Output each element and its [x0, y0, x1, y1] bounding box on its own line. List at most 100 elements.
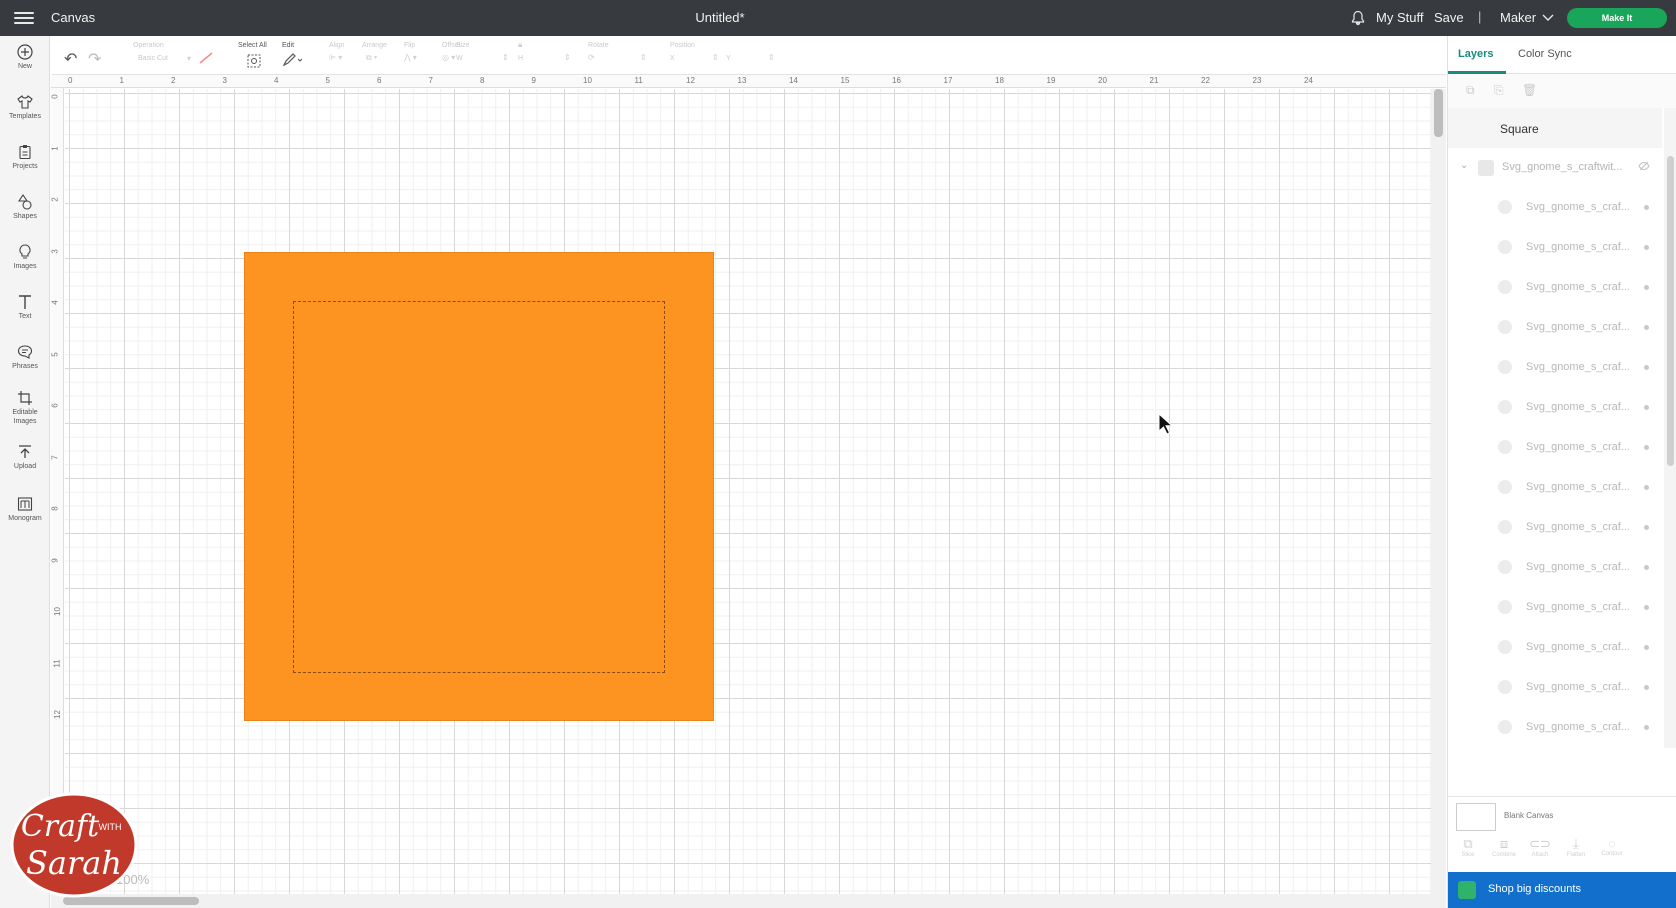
sidebar-item-editable-images[interactable]: Editable Images — [0, 390, 50, 426]
layer-visibility-dot[interactable] — [1644, 645, 1649, 650]
layer-item[interactable]: Svg_gnome_s_craf... — [1448, 188, 1662, 228]
canvas-swatch[interactable] — [1456, 803, 1496, 831]
hamburger-menu-icon[interactable] — [14, 9, 34, 27]
layer-visibility-dot[interactable] — [1644, 685, 1649, 690]
combine-button[interactable]: ⧈ Combine — [1486, 836, 1522, 858]
duplicate-icon[interactable]: ⎘ — [1494, 83, 1504, 98]
save-button[interactable]: Save — [1434, 10, 1464, 25]
sidebar-item-text[interactable]: Text — [0, 294, 50, 321]
sidebar-item-templates[interactable]: Templates — [0, 94, 50, 121]
make-it-button[interactable]: Make It — [1567, 8, 1667, 28]
sidebar-item-upload[interactable]: Upload — [0, 444, 50, 471]
align-label: Align — [329, 42, 345, 49]
shop-label: Shop big discounts — [1488, 883, 1581, 895]
layer-item[interactable]: Svg_gnome_s_craf... — [1448, 268, 1662, 308]
sidebar-item-images[interactable]: Images — [0, 244, 50, 271]
horizontal-scrollbar[interactable] — [51, 894, 1431, 908]
trash-icon[interactable]: 🗑︎ — [1522, 83, 1537, 97]
size-tool[interactable]: Size W ⇕ H ⇕ 🔒︎ — [456, 36, 576, 75]
sidebar-item-phrases[interactable]: Phrases — [0, 344, 50, 371]
ruler-tick-label: 11 — [52, 658, 62, 668]
scroll-thumb[interactable] — [1434, 89, 1443, 137]
sidebar-item-new[interactable]: New — [0, 44, 50, 71]
lock-icon[interactable]: 🔒︎ — [518, 40, 522, 50]
arrange-tool[interactable]: Arrange ⧉ ▾ — [362, 36, 398, 75]
sidebar-item-projects[interactable]: Projects — [0, 144, 50, 171]
select-all-label: Select All — [238, 42, 267, 49]
layers-scrollbar[interactable] — [1664, 108, 1676, 748]
flatten-button[interactable]: ⤓ Flatten — [1558, 836, 1594, 858]
design-canvas[interactable]: 0 1 2 3 4 5 6 7 8 9 10 11 12 13 14 15 16 17 18 19 20 21 22 23 24… — [51, 75, 1446, 908]
combine-icon: ⧈ — [1499, 836, 1509, 851]
layer-item[interactable]: Svg_gnome_s_craf... — [1448, 708, 1662, 748]
layer-item[interactable]: Svg_gnome_s_craf... — [1448, 308, 1662, 348]
bell-icon[interactable] — [1350, 10, 1366, 26]
tab-color-sync[interactable]: Color Sync — [1518, 48, 1572, 60]
sidebar-item-monogram[interactable]: Monogram — [0, 496, 50, 523]
layer-item[interactable]: Svg_gnome_s_craf... — [1448, 508, 1662, 548]
my-stuff-link[interactable]: My Stuff — [1376, 10, 1423, 25]
ruler-tick-label: 3 — [222, 76, 227, 85]
operation-value: Basic Cut — [138, 55, 168, 62]
orange-square-shape[interactable] — [244, 252, 714, 721]
eye-hidden-icon[interactable] — [1638, 161, 1650, 171]
layer-visibility-dot[interactable] — [1644, 205, 1649, 210]
sidebar-item-label: Shapes — [13, 213, 37, 220]
align-tool[interactable]: Align ⊫ ▾ — [329, 36, 355, 75]
group-icon[interactable]: ⧉ — [1466, 83, 1475, 98]
operation-tool[interactable]: Operation Basic Cut ▾ — [133, 36, 213, 75]
edit-tool[interactable]: Edit — [282, 36, 312, 75]
layer-item[interactable]: Svg_gnome_s_craf... — [1448, 348, 1662, 388]
layer-visibility-dot[interactable] — [1644, 405, 1649, 410]
layer-visibility-dot[interactable] — [1644, 485, 1649, 490]
scroll-thumb[interactable] — [1667, 156, 1674, 466]
machine-select[interactable]: Maker — [1500, 10, 1554, 25]
layer-name: Svg_gnome_s_craf... — [1526, 681, 1630, 693]
layer-item[interactable]: Svg_gnome_s_craf... — [1448, 628, 1662, 668]
undo-icon[interactable]: ↶ — [64, 49, 77, 69]
layer-item[interactable]: Svg_gnome_s_craf... — [1448, 388, 1662, 428]
layer-item[interactable]: Svg_gnome_s_craf... — [1448, 228, 1662, 268]
layer-item[interactable]: Svg_gnome_s_craf... — [1448, 468, 1662, 508]
layer-visibility-dot[interactable] — [1644, 285, 1649, 290]
flip-tool[interactable]: Flip ⋀ ▾ — [404, 36, 430, 75]
layer-visibility-dot[interactable] — [1644, 365, 1649, 370]
layer-name: Svg_gnome_s_craf... — [1526, 201, 1630, 213]
layer-item-square[interactable]: Square — [1448, 108, 1662, 148]
ruler-tick-label: 12 — [686, 76, 695, 85]
layer-visibility-dot[interactable] — [1644, 605, 1649, 610]
machine-select-label: Maker — [1500, 10, 1537, 25]
ruler-tick-label: 4 — [50, 300, 60, 305]
attach-button[interactable]: ⊂⊃ Attach — [1522, 836, 1558, 858]
layer-visibility-dot[interactable] — [1644, 325, 1649, 330]
ruler-tick-label: 10 — [583, 76, 592, 85]
sidebar-item-shapes[interactable]: Shapes — [0, 194, 50, 221]
chevron-down-icon[interactable]: ⌄ — [1460, 160, 1468, 171]
select-all-tool[interactable]: Select All — [238, 36, 274, 75]
rotate-tool[interactable]: Rotate ⟳ ⇕ — [588, 36, 648, 75]
ruler-tick-label: 3 — [50, 248, 60, 254]
layer-thumbnail — [1498, 520, 1512, 534]
scroll-thumb[interactable] — [63, 897, 199, 905]
slice-button[interactable]: ⧉ Slice — [1450, 836, 1486, 858]
position-tool[interactable]: Position X ⇕ Y ⇕ — [670, 36, 780, 75]
position-x-label: X — [670, 55, 675, 62]
blank-canvas-row[interactable]: Blank Canvas — [1448, 796, 1676, 836]
layer-visibility-dot[interactable] — [1644, 245, 1649, 250]
document-title[interactable]: Untitled* — [660, 10, 780, 25]
layer-visibility-dot[interactable] — [1644, 525, 1649, 530]
layer-group[interactable]: ⌄ Svg_gnome_s_craftwit... — [1448, 148, 1662, 188]
shop-discounts-banner[interactable]: Shop big discounts — [1448, 872, 1676, 908]
layer-item[interactable]: Svg_gnome_s_craf... — [1448, 588, 1662, 628]
tab-layers[interactable]: Layers — [1458, 48, 1493, 60]
layer-visibility-dot[interactable] — [1644, 565, 1649, 570]
vertical-scrollbar[interactable] — [1431, 89, 1446, 908]
layer-item[interactable]: Svg_gnome_s_craf... — [1448, 548, 1662, 588]
contour-button[interactable]: ◌ Contour — [1594, 836, 1630, 857]
redo-icon[interactable]: ↷ — [88, 49, 101, 69]
text-icon — [19, 295, 31, 309]
layer-item[interactable]: Svg_gnome_s_craf... — [1448, 668, 1662, 708]
layer-visibility-dot[interactable] — [1644, 725, 1649, 730]
layer-item[interactable]: Svg_gnome_s_craf... — [1448, 428, 1662, 468]
layer-visibility-dot[interactable] — [1644, 445, 1649, 450]
